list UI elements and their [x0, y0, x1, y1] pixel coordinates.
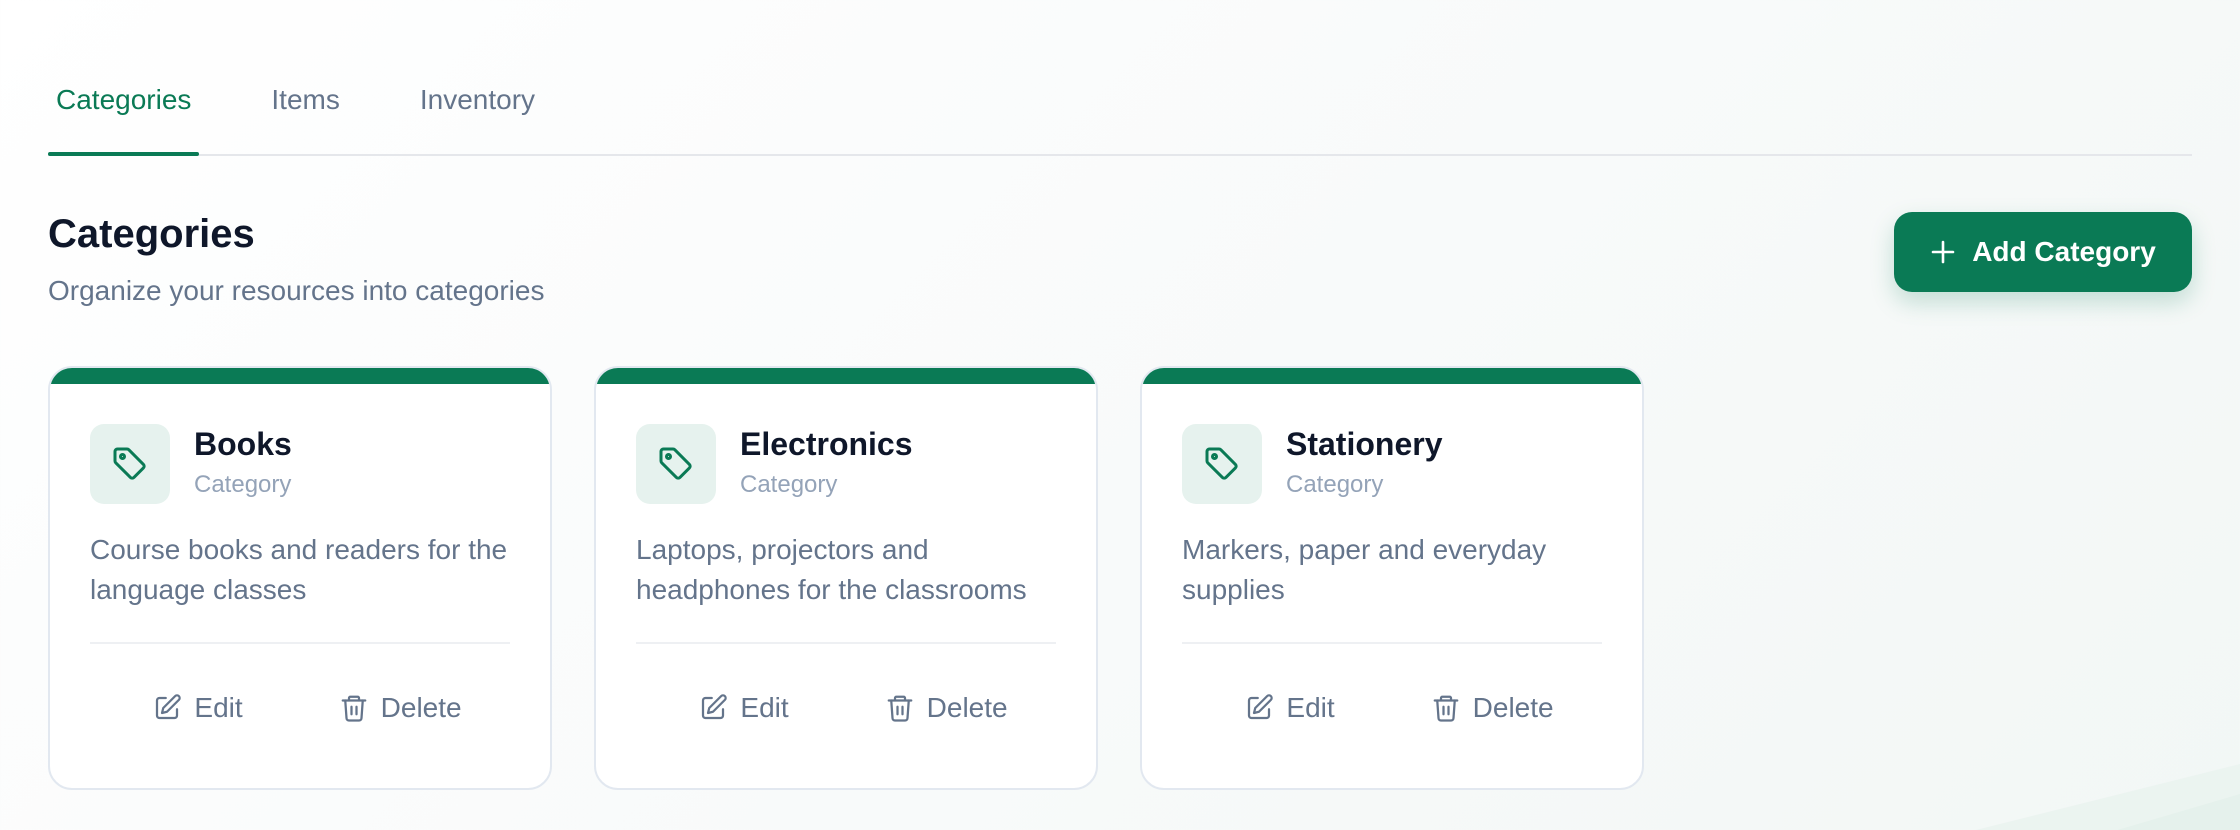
card-description: Markers, paper and everyday supplies: [1182, 534, 1547, 605]
edit-icon: [1248, 694, 1274, 720]
tab-items[interactable]: Items: [263, 64, 347, 154]
card-title: Electronics: [740, 426, 913, 462]
add-category-button[interactable]: Add Category: [1894, 212, 2192, 292]
edit-button[interactable]: Edit: [1244, 692, 1335, 724]
delete-label: Delete: [380, 692, 462, 723]
tag-icon: [1205, 447, 1238, 480]
edit-button[interactable]: Edit: [698, 692, 789, 724]
plus-icon: [1931, 240, 1955, 264]
tag-icon: [113, 447, 146, 480]
tab-inventory[interactable]: Inventory: [412, 64, 543, 154]
delete-label: Delete: [1472, 692, 1554, 723]
edit-label: Edit: [194, 692, 243, 723]
card-accent-bar: [596, 368, 1096, 384]
edit-icon: [156, 694, 182, 720]
tag-icon: [659, 447, 692, 480]
category-card-stationery: Stationery Category Markers, paper and e…: [1140, 366, 1644, 790]
edit-label: Edit: [740, 692, 789, 723]
card-accent-bar: [1142, 368, 1642, 384]
tag-icon-box: [1182, 424, 1262, 504]
page-title: Categories: [48, 212, 255, 256]
add-category-label: Add Category: [1972, 236, 2156, 267]
card-type: Category: [740, 471, 838, 498]
page-header: Categories Organize your resources into …: [48, 210, 2192, 310]
edit-button[interactable]: Edit: [152, 692, 243, 724]
delete-button[interactable]: Delete: [1431, 692, 1554, 724]
card-accent-bar: [50, 368, 550, 384]
edit-label: Edit: [1286, 692, 1335, 723]
card-title: Books: [194, 426, 292, 462]
tag-icon-box: [90, 424, 170, 504]
card-title: Stationery: [1286, 426, 1443, 462]
category-card-list: Books Category Course books and readers …: [48, 366, 2192, 790]
card-description: Course books and readers for the languag…: [90, 534, 508, 605]
tab-categories[interactable]: Categories: [48, 64, 200, 156]
card-type: Category: [1286, 471, 1384, 498]
card-description: Laptops, projectors and headphones for t…: [636, 534, 1027, 605]
tag-icon-box: [636, 424, 716, 504]
delete-button[interactable]: Delete: [339, 692, 462, 724]
trash-icon: [1433, 695, 1459, 722]
trash-icon: [887, 695, 913, 722]
trash-icon: [341, 695, 367, 722]
tab-bar: Categories Items Inventory: [48, 64, 2192, 156]
edit-icon: [702, 694, 728, 720]
card-type: Category: [194, 471, 292, 498]
page: Categories Items Inventory Categories Or…: [0, 64, 2240, 790]
delete-button[interactable]: Delete: [885, 692, 1008, 724]
category-card-electronics: Electronics Category Laptops, projectors…: [594, 366, 1098, 790]
category-card-books: Books Category Course books and readers …: [48, 366, 552, 790]
delete-label: Delete: [926, 692, 1008, 723]
page-subtitle: Organize your resources into categories: [48, 275, 545, 306]
